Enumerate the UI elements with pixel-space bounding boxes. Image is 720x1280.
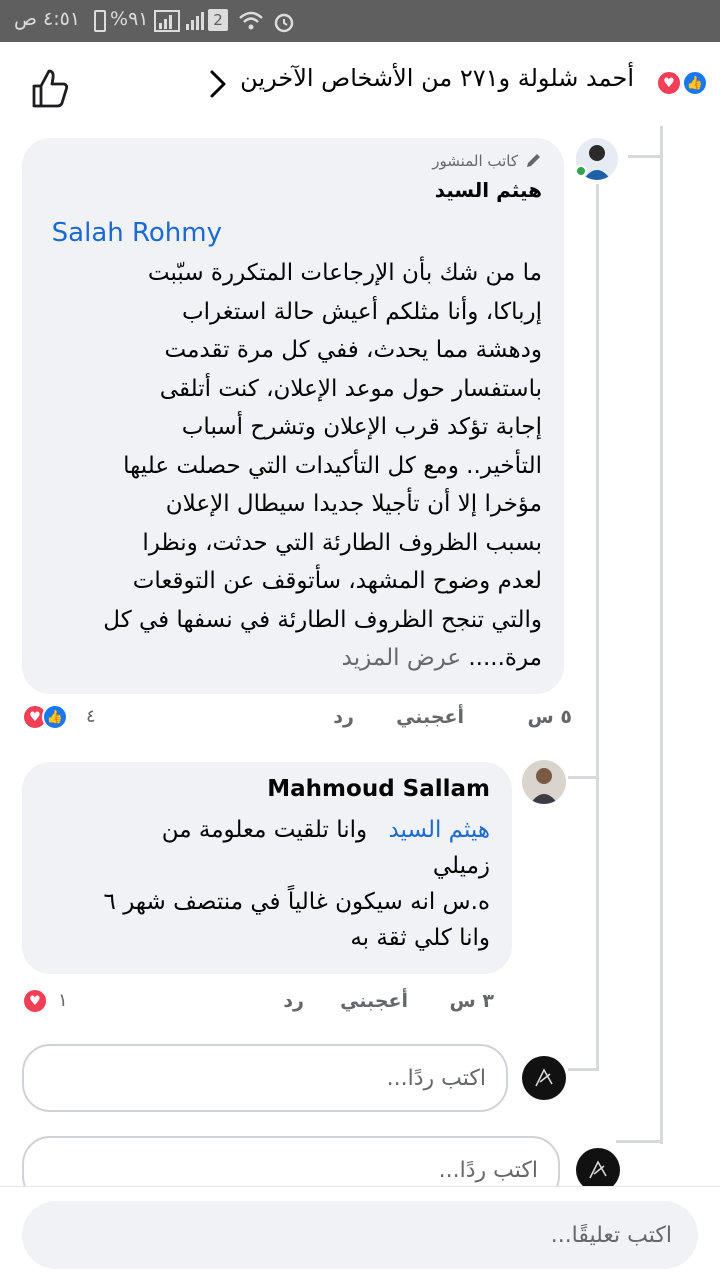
status-time: ٤:٥١ ص <box>14 8 81 30</box>
thread-line-inner-end <box>568 1068 599 1071</box>
reaction-count: ٤ <box>86 706 96 727</box>
pencil-icon <box>527 154 540 167</box>
thread-line-inner <box>596 184 599 1070</box>
status-bar: ٤:٥١ ص %٩١ 2 <box>0 0 720 42</box>
reply-action[interactable]: رد <box>333 706 354 728</box>
comment-bubble-1: كاتب المنشور هيثم السيد Salah Rohmy ما م… <box>22 138 564 694</box>
comment-line: التأخير.. ومع كل التأكيدات التي حصلت علي… <box>123 452 542 479</box>
comment-line: ه.س انه سيكون غالياً في منتصف شهر ٦ <box>103 889 490 915</box>
comment-body: ما من شك بأن الإرجاعات المتكررة سبّبت إر… <box>42 254 542 678</box>
comment-line: إجابة تؤكد قرب الإعلان وتشرح أسباب <box>181 414 542 440</box>
battery-icon <box>94 10 106 32</box>
reply-input[interactable] <box>24 1046 506 1110</box>
avatar-current-user <box>522 1056 566 1100</box>
thread-line-outer-end <box>616 1140 663 1143</box>
wifi-icon <box>239 11 263 30</box>
person-icon <box>522 760 566 804</box>
like-reaction-icon: 👍 <box>682 70 708 96</box>
alarm-icon <box>274 13 294 33</box>
thread-line-outer-top <box>628 155 663 158</box>
comment-last-line: مرة..... عرض المزيد <box>42 639 542 678</box>
comment-line: والتي تنجح الظروف الطارئة في نسفها في كل <box>103 606 542 633</box>
battery-percentage: %٩١ <box>110 8 149 30</box>
chevron-right-icon[interactable] <box>204 68 232 100</box>
comment-line: مؤخرا إلا أن تأجيلا جديدا سيطال الإعلان <box>165 491 542 517</box>
comment-line: زميلي <box>432 853 490 879</box>
profile-sketch-icon <box>522 1056 566 1100</box>
signal-icon-2 <box>186 12 204 30</box>
like-reaction-icon: 👍 <box>42 704 68 730</box>
comment-line: ما من شك بأن الإرجاعات المتكررة سبّبت <box>147 260 542 286</box>
comment-2-reactions[interactable]: ♥ <box>22 988 48 1014</box>
comment-line: باستفسار حول موعد الإعلان، كنت أتلقى <box>159 375 542 402</box>
reply-action[interactable]: رد <box>283 990 304 1012</box>
comment-time: ٣ س <box>449 990 494 1012</box>
thread-line-inner-branch <box>568 776 599 779</box>
comment-body: هيثم السيد وانا تلقيت معلومة من زميلي ه.… <box>30 812 490 956</box>
author-badge-label: كاتب المنشور <box>432 152 518 170</box>
comment-line: ودهشة مما يحدث، ففي كل مرة تقدمت <box>164 337 542 363</box>
reaction-count: ١ <box>58 990 68 1011</box>
comment-1-reactions[interactable]: ♥ 👍 <box>22 704 68 730</box>
reactions-title[interactable]: أحمد شلولة و٢٧١ من الأشخاص الآخرين <box>240 64 634 92</box>
comment-composer-bar <box>0 1186 720 1280</box>
avatar-mahmoud[interactable] <box>522 760 566 804</box>
signal-icon <box>154 10 180 32</box>
comment-line: مرة..... <box>468 645 542 671</box>
author-badge: كاتب المنشور <box>432 152 542 170</box>
reactions-header: ♥ 👍 أحمد شلولة و٢٧١ من الأشخاص الآخرين <box>0 42 720 126</box>
see-more-link[interactable]: عرض المزيد <box>342 645 461 671</box>
comment-input[interactable] <box>22 1201 698 1269</box>
comment-line: وانا تلقيت معلومة من <box>161 817 368 843</box>
comment-time: ٥ س <box>527 706 572 728</box>
comment-line: إرباكا، وأنا مثلكم أعيش حالة استغراب <box>181 298 542 325</box>
header-reaction-icons: ♥ 👍 <box>656 70 708 96</box>
love-reaction-icon: ♥ <box>22 988 48 1014</box>
reply-input-box[interactable] <box>22 1044 508 1112</box>
comment-author[interactable]: هيثم السيد <box>435 178 542 202</box>
comment-actions-2: ٣ س أعجبني رد <box>0 990 530 1020</box>
like-action[interactable]: أعجبني <box>340 990 408 1012</box>
love-reaction-icon: ♥ <box>656 70 682 96</box>
like-button-icon[interactable] <box>28 66 72 110</box>
mention-link[interactable]: هيثم السيد <box>388 817 490 843</box>
comment-line: بسبب الظروف الطارئة التي حدثت، ونظرا <box>142 529 542 556</box>
like-action[interactable]: أعجبني <box>396 706 464 728</box>
thread-line-outer <box>660 126 663 1144</box>
sim-badge: 2 <box>208 9 228 31</box>
comment-author[interactable]: Mahmoud Sallam <box>267 776 490 802</box>
online-status-dot <box>575 165 587 177</box>
comment-bubble-2: Mahmoud Sallam هيثم السيد وانا تلقيت معل… <box>22 762 512 974</box>
comment-line: لعدم وضوح المشهد، سأتوقف عن التوقعات <box>132 568 542 594</box>
comment-first-line: هيثم السيد وانا تلقيت معلومة من <box>30 812 490 848</box>
mention-link[interactable]: Salah Rohmy <box>52 218 222 248</box>
comment-line: وانا كلي ثقة به <box>350 925 490 951</box>
comment-input-box[interactable] <box>22 1201 698 1269</box>
